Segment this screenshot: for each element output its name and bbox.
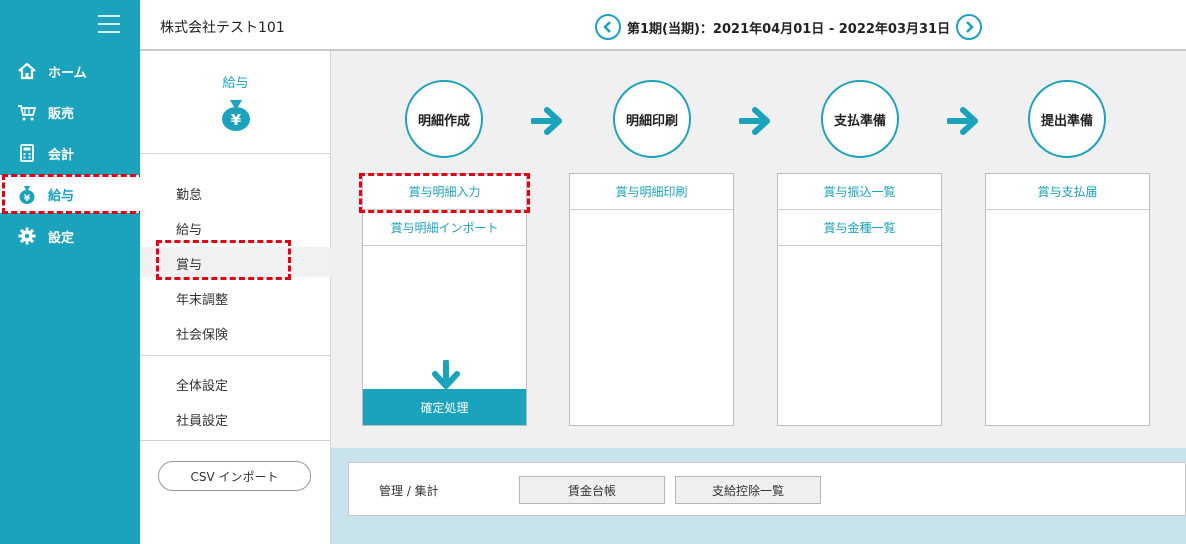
top-header: 株式会社テスト101 第1期(当期)：2021年04月01日 - 2022年03… [140,0,1186,51]
period-selector: 第1期(当期)：2021年04月01日 - 2022年03月31日 [595,13,983,41]
payment-deduction-list-button[interactable]: 支給控除一覧 [675,476,821,504]
step-box-create: 賞与明細入力 賞与明細インポート 確定処理 [362,173,527,426]
svg-text:¥: ¥ [231,111,242,129]
step-circle-payment: 支払準備 [821,80,899,158]
step-circle-submission: 提出準備 [1028,80,1106,158]
link-bonus-detail-entry[interactable]: 賞与明細入力 [363,174,526,210]
subnav-active-row [140,247,331,277]
arrow-right-icon [947,107,978,135]
subnav-item-salary[interactable]: 給与 [176,219,202,238]
arrow-right-icon [531,107,562,135]
step-box-payment: 賞与振込一覧 賞与金種一覧 [777,173,942,426]
sidebar-item-payroll[interactable]: ¥ 給与 [0,175,140,213]
management-label: 管理 / 集計 [379,484,439,498]
subnav-item-year-end[interactable]: 年末調整 [176,289,228,308]
link-bonus-denomination-list[interactable]: 賞与金種一覧 [778,210,941,246]
calculator-icon [16,142,38,164]
sidebar-item-label: ホーム [48,65,87,81]
hamburger-menu-icon[interactable] [98,15,120,33]
sidebar-item-label: 会計 [48,147,75,163]
chevron-left-icon [603,21,611,33]
subnav-item-employee-settings[interactable]: 社員設定 [176,410,228,429]
home-icon [16,60,38,82]
wage-ledger-button[interactable]: 賃金台帳 [519,476,665,504]
main-sidebar: ホーム 販売 会計 ¥ 給与 設定 [0,0,140,544]
sidebar-item-label: 給与 [48,188,75,204]
step-box-submission: 賞与支払届 [985,173,1150,426]
subnav-item-social-insurance[interactable]: 社会保険 [176,324,228,343]
company-name: 株式会社テスト101 [160,20,285,36]
step-circle-print: 明細印刷 [613,80,691,158]
sidebar-item-sales[interactable]: 販売 [0,93,140,131]
arrow-down-icon [432,360,460,389]
workflow-area: 明細作成 明細印刷 支払準備 提出準備 賞与明細入力 賞与明細インポート 確定処… [331,51,1186,448]
link-bonus-payment-report[interactable]: 賞与支払届 [986,174,1149,210]
arrow-right-icon [739,107,770,135]
sidebar-item-home[interactable]: ホーム [0,52,140,90]
confirm-process-button[interactable]: 確定処理 [363,389,526,425]
svg-text:¥: ¥ [24,194,31,204]
subnav-item-attendance[interactable]: 勤怠 [176,184,202,203]
subnav-title: 給与 [222,76,249,91]
link-bonus-transfer-list[interactable]: 賞与振込一覧 [778,174,941,210]
link-bonus-detail-import[interactable]: 賞与明細インポート [363,210,526,246]
chevron-right-icon [966,21,974,33]
step-circle-create: 明細作成 [405,80,483,158]
link-bonus-detail-print[interactable]: 賞与明細印刷 [570,174,733,210]
csv-import-button[interactable]: CSV インポート [158,461,311,491]
period-label: 第1期(当期)：2021年04月01日 - 2022年03月31日 [627,21,951,37]
sidebar-item-accounting[interactable]: 会計 [0,134,140,172]
sidebar-item-label: 設定 [48,230,75,246]
prev-period-button[interactable] [595,14,621,40]
subnav-item-bonus[interactable]: 賞与 [176,254,202,273]
sidebar-item-label: 販売 [48,106,75,122]
money-bag-icon: ¥ [16,183,38,205]
next-period-button[interactable] [956,14,983,40]
subnav-item-general-settings[interactable]: 全体設定 [176,375,228,394]
gear-icon [16,225,38,247]
sidebar-item-settings[interactable]: 設定 [0,217,140,255]
cart-icon [16,101,38,123]
step-box-print: 賞与明細印刷 [569,173,734,426]
management-panel: 管理 / 集計 賃金台帳 支給控除一覧 [348,462,1186,516]
payroll-subnav: 給与 ¥ 勤怠 給与 賞与 年末調整 社会保険 全体設定 社員設定 CSV イン… [140,51,331,544]
money-bag-icon: ¥ [220,97,252,135]
